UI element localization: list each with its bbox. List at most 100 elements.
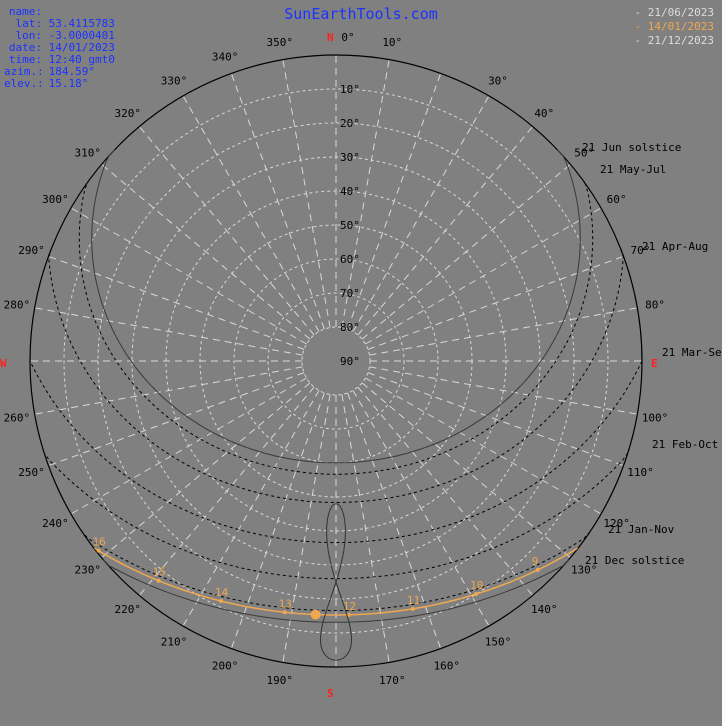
hour-label: 13 (279, 597, 292, 610)
azimuth-spoke (369, 307, 638, 356)
azimuth-label: 110° (627, 466, 654, 479)
azimuth-label: 30° (488, 74, 508, 87)
azimuth-spoke (182, 95, 320, 332)
azimuth-label: 300° (42, 193, 69, 206)
hour-label: 11 (407, 594, 420, 607)
elevation-label: 30° (340, 151, 360, 164)
path-label: 21 Jun solstice (582, 141, 681, 154)
azimuth-spoke (352, 95, 490, 332)
elevation-label: 10° (340, 83, 360, 96)
azimuth-label: 240° (42, 517, 69, 530)
azimuth-label: 210° (161, 636, 188, 649)
elevation-label: 80° (340, 321, 360, 334)
azimuth-spoke (352, 390, 490, 627)
azimuth-spoke (357, 126, 534, 336)
azimuth-label: 280° (4, 299, 31, 312)
azimuth-label: 330° (161, 74, 188, 87)
sun-path-diagram: 0° 10° 30° 40° 50° 60° 70° 80° 100° 110° 120° 130° 1… (0, 0, 722, 722)
info-panel: name: lat: 53.4115783 lon: -3.0000401 da… (4, 6, 115, 90)
azimuth-label: 150° (485, 636, 512, 649)
cardinal-west: W (0, 357, 7, 370)
hour-label: 14 (215, 586, 229, 599)
azimuth-label: 310° (75, 147, 102, 160)
legend-item-summer[interactable]: - 21/06/2023 (635, 6, 714, 20)
azimuth-spoke (138, 126, 315, 336)
hour-label: 15 (153, 566, 166, 579)
path-label: 21 May-Jul (600, 163, 666, 176)
legend-item-winter[interactable]: - 21/12/2023 (635, 34, 714, 48)
azimuth-label: 170° (379, 674, 406, 687)
hour-label: 10 (470, 579, 483, 592)
polar-sun-chart: 0° 10°30°40°50°60°70°80°100°110°120°130°1… (0, 31, 722, 700)
azimuth-spoke (361, 163, 571, 340)
hour-marker (219, 599, 224, 604)
azimuth-label: 250° (18, 466, 45, 479)
cardinal-north: N (327, 31, 334, 44)
info-elev-key: elev.: (4, 77, 44, 90)
azimuth-label: 350° (266, 36, 293, 49)
azimuth-label: 140° (531, 603, 558, 616)
elevation-label: 90° (340, 355, 360, 368)
azimuth-spoke (48, 372, 305, 467)
cardinal-east: E (651, 357, 658, 370)
legend-label-current: 14/01/2023 (647, 20, 714, 33)
azimuth-spoke (361, 382, 571, 559)
date-legend: - 21/06/2023 - 14/01/2023 - 21/12/2023 (635, 6, 714, 48)
azimuth-spoke (282, 59, 331, 328)
hour-marker (96, 548, 101, 553)
azimuth-spoke (347, 73, 442, 330)
azimuth-spoke (34, 366, 303, 415)
azimuth-label: 100° (642, 411, 669, 424)
azimuth-label: 260° (4, 411, 31, 424)
azimuth-label: 160° (434, 659, 461, 672)
path-label: 21 Apr-Aug (642, 240, 708, 253)
path-label: 21 Dec solstice (585, 554, 684, 567)
hour-label: 9 (532, 555, 539, 568)
elevation-label: 20° (340, 117, 360, 130)
azimuth-spoke (347, 392, 442, 649)
elevation-label: 60° (340, 253, 360, 266)
azimuth-label: 0° (341, 31, 354, 44)
azimuth-label: 290° (18, 244, 45, 257)
azimuth-spoke (369, 366, 638, 415)
azimuth-label: 220° (114, 603, 141, 616)
path-label: 21 Feb-Oct (652, 438, 718, 451)
azimuth-label: 190° (266, 674, 293, 687)
azimuth-spoke (367, 372, 624, 467)
path-label: 21 Mar-Sep (662, 346, 722, 359)
azimuth-spoke (182, 390, 320, 627)
hour-marker (282, 610, 287, 615)
legend-label-summer: 21/06/2023 (647, 6, 714, 19)
azimuth-spoke (48, 255, 305, 350)
elevation-label: 40° (340, 185, 360, 198)
legend-label-winter: 21/12/2023 (647, 34, 714, 47)
azimuth-spoke (367, 255, 624, 350)
azimuth-label: 320° (114, 107, 141, 120)
legend-item-current[interactable]: - 14/01/2023 (635, 20, 714, 34)
hour-marker (156, 578, 161, 583)
azimuth-label: 10° (382, 36, 402, 49)
azimuth-label: 60° (607, 193, 627, 206)
azimuth-spoke (101, 163, 311, 340)
azimuth-spoke (101, 382, 311, 559)
elevation-label: 50° (340, 219, 360, 232)
hour-label: 16 (93, 536, 106, 549)
azimuth-label: 200° (212, 659, 239, 672)
azimuth-label: 340° (212, 51, 239, 64)
azimuth-spoke (365, 207, 602, 345)
cardinal-south: S (327, 687, 334, 700)
elevation-label: 70° (340, 287, 360, 300)
current-sun-marker[interactable] (310, 609, 321, 620)
azimuth-spoke (230, 73, 325, 330)
hour-marker (535, 567, 540, 572)
info-elev-row: elev.: 15.18° (4, 78, 115, 90)
sun-path-line (91, 149, 581, 464)
hour-label: 12 (343, 600, 356, 613)
hour-marker (410, 606, 415, 611)
azimuth-label: 80° (645, 299, 665, 312)
azimuth-spoke (34, 307, 303, 356)
path-label: 21 Jan-Nov (608, 523, 675, 536)
azimuth-spoke (70, 207, 307, 345)
azimuth-label: 230° (75, 563, 102, 576)
azimuth-label: 40° (534, 107, 554, 120)
